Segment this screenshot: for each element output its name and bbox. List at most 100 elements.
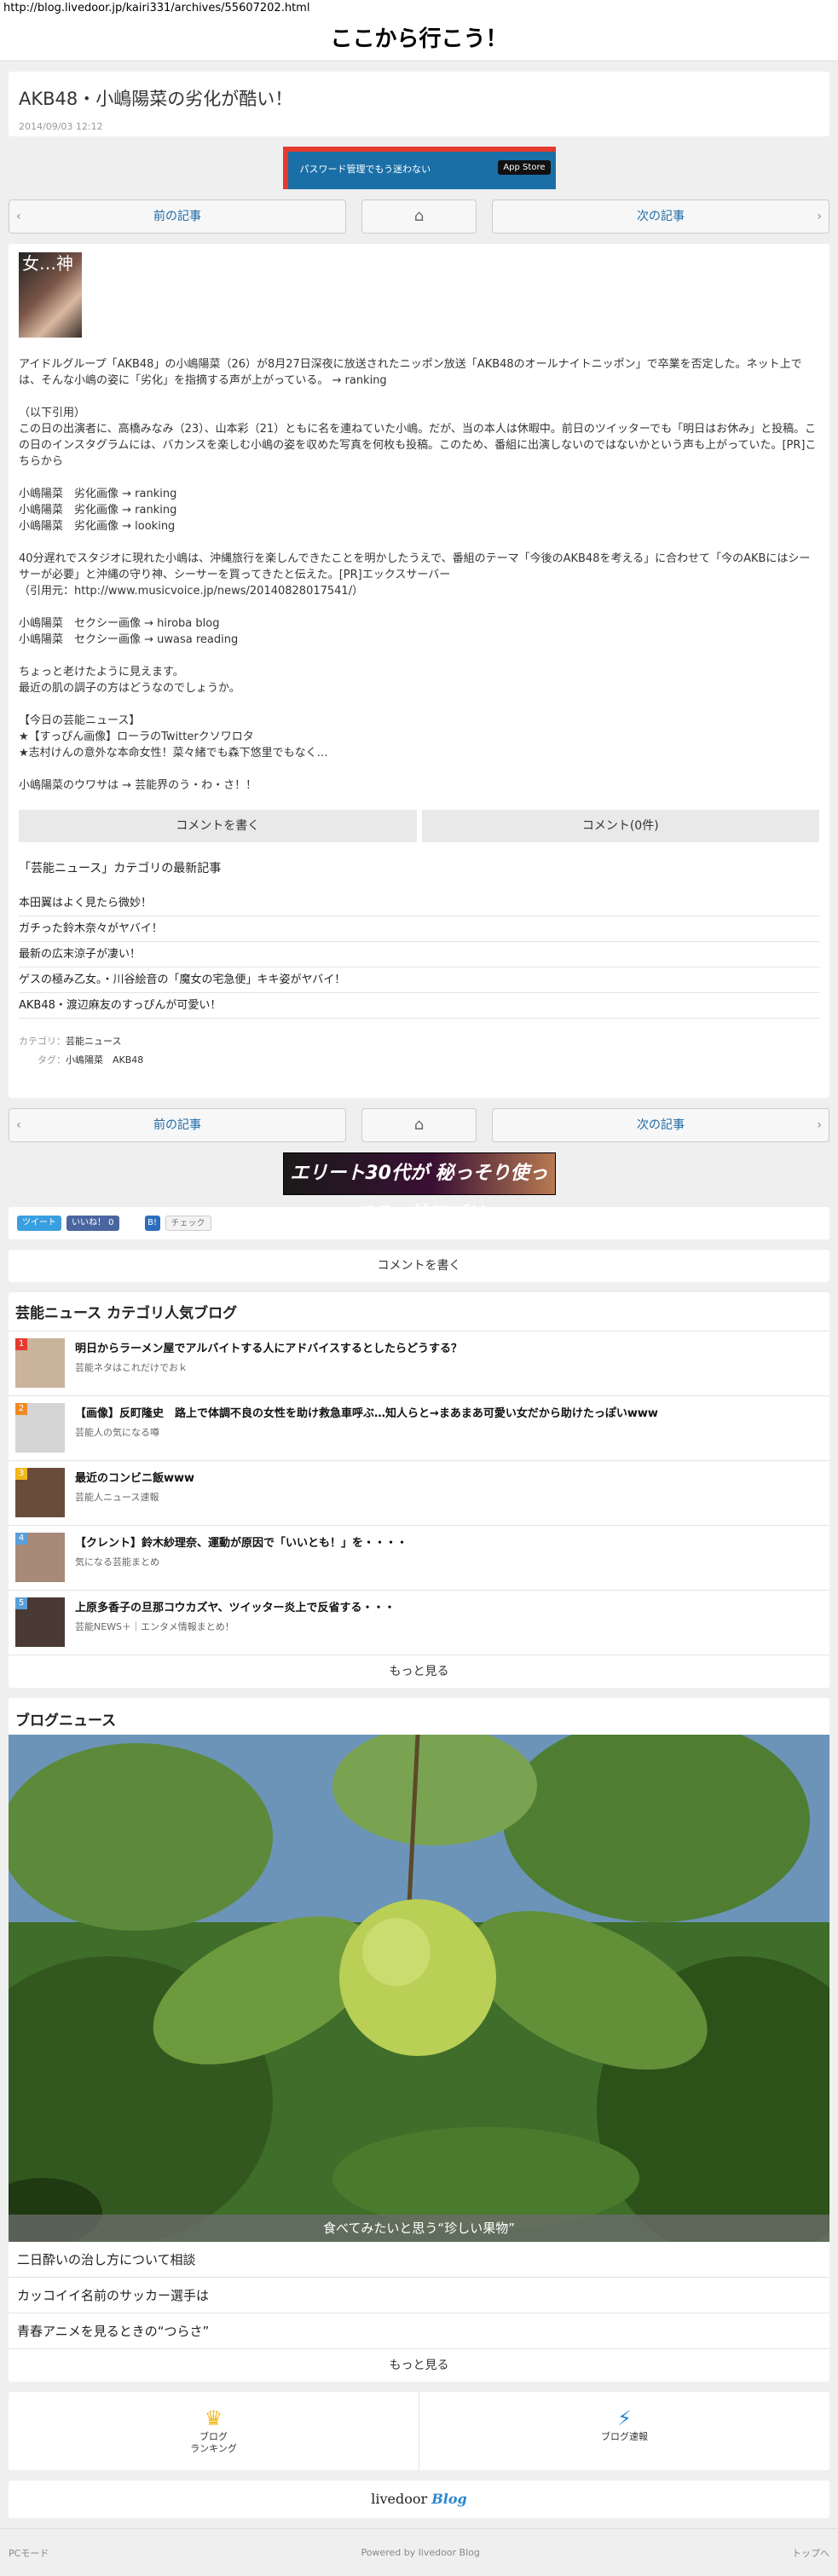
paragraph: 小嶋陽菜のウワサは → 芸能界のう・わ・さ！！ xyxy=(19,779,257,792)
ranking-list: 1 明日からラーメン屋でアルバイトする人にアドバイスするとしたらどうする？ 芸能ネタ… xyxy=(9,1331,829,1655)
home-button[interactable]: ⌂ xyxy=(361,1108,477,1142)
ad-banner-top[interactable]: パスワード管理でもう迷わない App Store xyxy=(0,147,838,191)
list-item[interactable]: 3 最近のコンビニ飯www 芸能人ニュース速報 xyxy=(9,1461,829,1526)
section-title: ブログニュース xyxy=(15,1713,117,1730)
category-latest-heading: 「芸能ニュース」カテゴリの最新記事 xyxy=(19,862,222,875)
blog-speed-link[interactable]: ⚡ ブログ速報 xyxy=(419,2392,829,2470)
news-feature-image[interactable]: 食べてみたいと思う“珍しい果物” xyxy=(9,1735,829,2242)
facebook-like-button[interactable]: いいね！ 0 xyxy=(66,1216,119,1231)
ranking-title[interactable]: 【クレント】鈴木紗理奈、運動が原因で「いいとも！」を・・・・ xyxy=(75,1536,407,1551)
write-comment-link[interactable]: コメントを書く xyxy=(9,1250,829,1282)
ranking-source: 気になる芸能まとめ xyxy=(75,1557,159,1568)
crown-icon: ♛ xyxy=(204,2406,223,2430)
ranking-title[interactable]: 【画像】反町隆史 路上で体調不良の女性を助け救急車呼ぶ…知人らと→まあまあ可愛い… xyxy=(75,1406,658,1422)
article-nav-top: ‹ 前の記事 ⌂ 次の記事 › xyxy=(9,199,829,234)
bottom-links: ♛ ブログ ランキング ⚡ ブログ速報 xyxy=(9,2392,829,2470)
prev-article-button[interactable]: ‹ 前の記事 xyxy=(9,199,346,234)
tags-label: タグ： xyxy=(38,1054,66,1066)
blog-thumbnail: 2 xyxy=(15,1403,65,1453)
article-meta: カテゴリ：芸能ニュース タグ：小嶋陽菜 AKB48 xyxy=(19,1032,819,1070)
more-button[interactable]: もっと見る xyxy=(9,1655,829,1688)
paragraph: 小嶋陽菜 劣化画像 → ranking 小嶋陽菜 劣化画像 → ranking … xyxy=(19,488,177,533)
blog-ranking-label: ブログ ランキング xyxy=(190,2431,237,2454)
category-latest-list: 本田翼はよく見たら微妙！ ガチった鈴木奈々がヤバイ！ 最新の広末涼子が凄い！ ゲ… xyxy=(19,891,819,1019)
ranking-source: 芸能人の気になる噂 xyxy=(75,1427,159,1438)
article-header: AKB48・小嶋陽菜の劣化が酷い！ 2014/09/03 12:12 xyxy=(9,72,829,136)
ranking-source: 芸能ネタはこれだけでおｋ xyxy=(75,1362,188,1373)
livedoor-blog-logo[interactable]: livedoor Blog xyxy=(9,2481,829,2518)
comment-buttons: コメントを書く コメント(0件) xyxy=(19,810,819,842)
ranking-source: 芸能NEWS＋｜エンタメ情報まとめ！ xyxy=(75,1621,234,1632)
next-article-button[interactable]: 次の記事 › xyxy=(492,199,829,234)
ranking-source: 芸能人ニュース速報 xyxy=(75,1492,159,1503)
news-item[interactable]: 二日酔いの治し方について相談 xyxy=(9,2242,829,2278)
url-bar: http://blog.livedoor.jp/kairi331/archive… xyxy=(0,0,838,17)
list-item[interactable]: 本田翼はよく見たら微妙！ xyxy=(19,891,819,916)
news-item[interactable]: 青春アニメを見るときの“つらさ” xyxy=(9,2313,829,2349)
app-store-badge: App Store xyxy=(498,160,551,175)
ranking-title[interactable]: 最近のコンビニ飯www xyxy=(75,1471,194,1487)
paragraph: （以下引用） この日の出演者に、高橋みなみ（23）、山本彩（21）ともに名を連ね… xyxy=(19,407,817,468)
rank-number: 3 xyxy=(15,1468,27,1480)
blog-news: ブログニュース 食べてみたいと思う“珍しい果物” 二日酔いの治し方について相談 … xyxy=(9,1698,829,2382)
home-icon: ⌂ xyxy=(413,1116,425,1134)
blog-thumbnail: 4 xyxy=(15,1533,65,1582)
article-date: 2014/09/03 12:12 xyxy=(19,121,103,132)
prev-label: 前の記事 xyxy=(153,210,201,223)
rank-number: 5 xyxy=(15,1597,27,1609)
list-item[interactable]: AKB48・渡辺麻友のすっぴんが可愛い！ xyxy=(19,993,819,1019)
next-article-button[interactable]: 次の記事 › xyxy=(492,1108,829,1142)
site-title[interactable]: ここから行こう！ xyxy=(0,17,838,61)
rank-number: 4 xyxy=(15,1533,27,1545)
comments-count-button[interactable]: コメント(0件) xyxy=(421,810,819,842)
category-link[interactable]: 芸能ニュース xyxy=(66,1036,121,1047)
category-label: カテゴリ： xyxy=(19,1036,66,1047)
list-item[interactable]: ガチった鈴木奈々がヤバイ！ xyxy=(19,916,819,942)
write-comment-button[interactable]: コメントを書く xyxy=(19,810,417,842)
list-item[interactable]: 5 上原多香子の旦那コウカズヤ、ツイッター炎上で反省する・・・芸能NEWS＋｜エン… xyxy=(9,1591,829,1655)
list-item[interactable]: ゲスの極み乙女。・川谷絵音の「魔女の宅急便」キキ姿がヤバイ！ xyxy=(19,967,819,993)
fruit-photo xyxy=(9,1735,829,2242)
article-title: AKB48・小嶋陽菜の劣化が酷い！ xyxy=(19,89,293,109)
ranking-title[interactable]: 明日からラーメン屋でアルバイトする人にアドバイスするとしたらどうする？ xyxy=(75,1342,462,1357)
back-to-top-link[interactable]: トップへ xyxy=(792,2546,829,2560)
news-item[interactable]: カッコイイ名前のサッカー選手は xyxy=(9,2278,829,2313)
home-icon: ⌂ xyxy=(413,207,425,225)
chevron-left-icon: ‹ xyxy=(16,210,21,223)
pc-mode-link[interactable]: PCモード xyxy=(9,2546,49,2560)
banner-text: エリート30代が 秘っそり使ってる…神アプリ xyxy=(282,1152,556,1225)
popular-blogs: 芸能ニュース カテゴリ人気ブログ 1 明日からラーメン屋でアルバイトする人にアドバ… xyxy=(9,1292,829,1688)
tags-link[interactable]: 小嶋陽菜 AKB48 xyxy=(66,1054,143,1066)
paragraph: ちょっと老けたように見えます。 最近の肌の調子の方はどうなのでしょうか。 xyxy=(19,666,240,695)
list-item[interactable]: 最新の広末涼子が凄い！ xyxy=(19,942,819,967)
article-body: 女…神 アイドルグループ「AKB48」の小嶋陽菜（26）が8月27日深夜に放送さ… xyxy=(9,244,829,1098)
paragraph: アイドルグループ「AKB48」の小嶋陽菜（26）が8月27日深夜に放送されたニッ… xyxy=(19,358,802,387)
paragraph: 小嶋陽菜 セクシー画像 → hiroba blog 小嶋陽菜 セクシー画像 → … xyxy=(19,617,239,646)
footer: PCモード Powered by livedoor Blog トップへ xyxy=(0,2528,838,2576)
check-button[interactable]: チェック xyxy=(165,1216,211,1231)
rank-number: 2 xyxy=(15,1403,27,1415)
ad-banner-bottom[interactable]: エリート30代が 秘っそり使ってる…神アプリ xyxy=(0,1152,838,1225)
list-item[interactable]: 2 【画像】反町隆史 路上で体調不良の女性を助け救急車呼ぶ…知人らと→まあまあ可愛… xyxy=(9,1396,829,1461)
list-item[interactable]: 4 【クレント】鈴木紗理奈、運動が原因で「いいとも！」を・・・・気になる芸能まとめ xyxy=(9,1526,829,1591)
prev-article-button[interactable]: ‹ 前の記事 xyxy=(9,1108,346,1142)
blog-thumbnail: 1 xyxy=(15,1338,65,1388)
paragraph: 【今日の芸能ニュース】 ★【すっぴん画像】ローラのTwitterクソワロタ ★志… xyxy=(19,714,328,760)
more-button[interactable]: もっと見る xyxy=(9,2349,829,2382)
list-item[interactable]: 1 明日からラーメン屋でアルバイトする人にアドバイスするとしたらどうする？ 芸能ネタ… xyxy=(9,1331,829,1396)
next-label: 次の記事 xyxy=(637,210,685,223)
blog-speed-label: ブログ速報 xyxy=(601,2431,648,2442)
tweet-button[interactable]: ツイート xyxy=(17,1216,61,1231)
ranking-title[interactable]: 上原多香子の旦那コウカズヤ、ツイッター炎上で反省する・・・ xyxy=(75,1601,395,1616)
hatena-bookmark-icon[interactable]: B! xyxy=(144,1216,160,1231)
image-caption: 食べてみたいと思う“珍しい果物” xyxy=(9,2215,829,2242)
next-label: 次の記事 xyxy=(637,1118,685,1132)
logo-livedoor: livedoor xyxy=(371,2491,428,2507)
rank-number: 1 xyxy=(15,1338,27,1350)
home-button[interactable]: ⌂ xyxy=(361,199,477,234)
blog-ranking-link[interactable]: ♛ ブログ ランキング xyxy=(9,2392,419,2470)
powered-by: Powered by livedoor Blog xyxy=(361,2547,480,2558)
section-title: 芸能ニュース カテゴリ人気ブログ xyxy=(9,1292,829,1331)
article-thumbnail[interactable]: 女…神 xyxy=(19,252,82,338)
blog-thumbnail: 3 xyxy=(15,1468,65,1517)
